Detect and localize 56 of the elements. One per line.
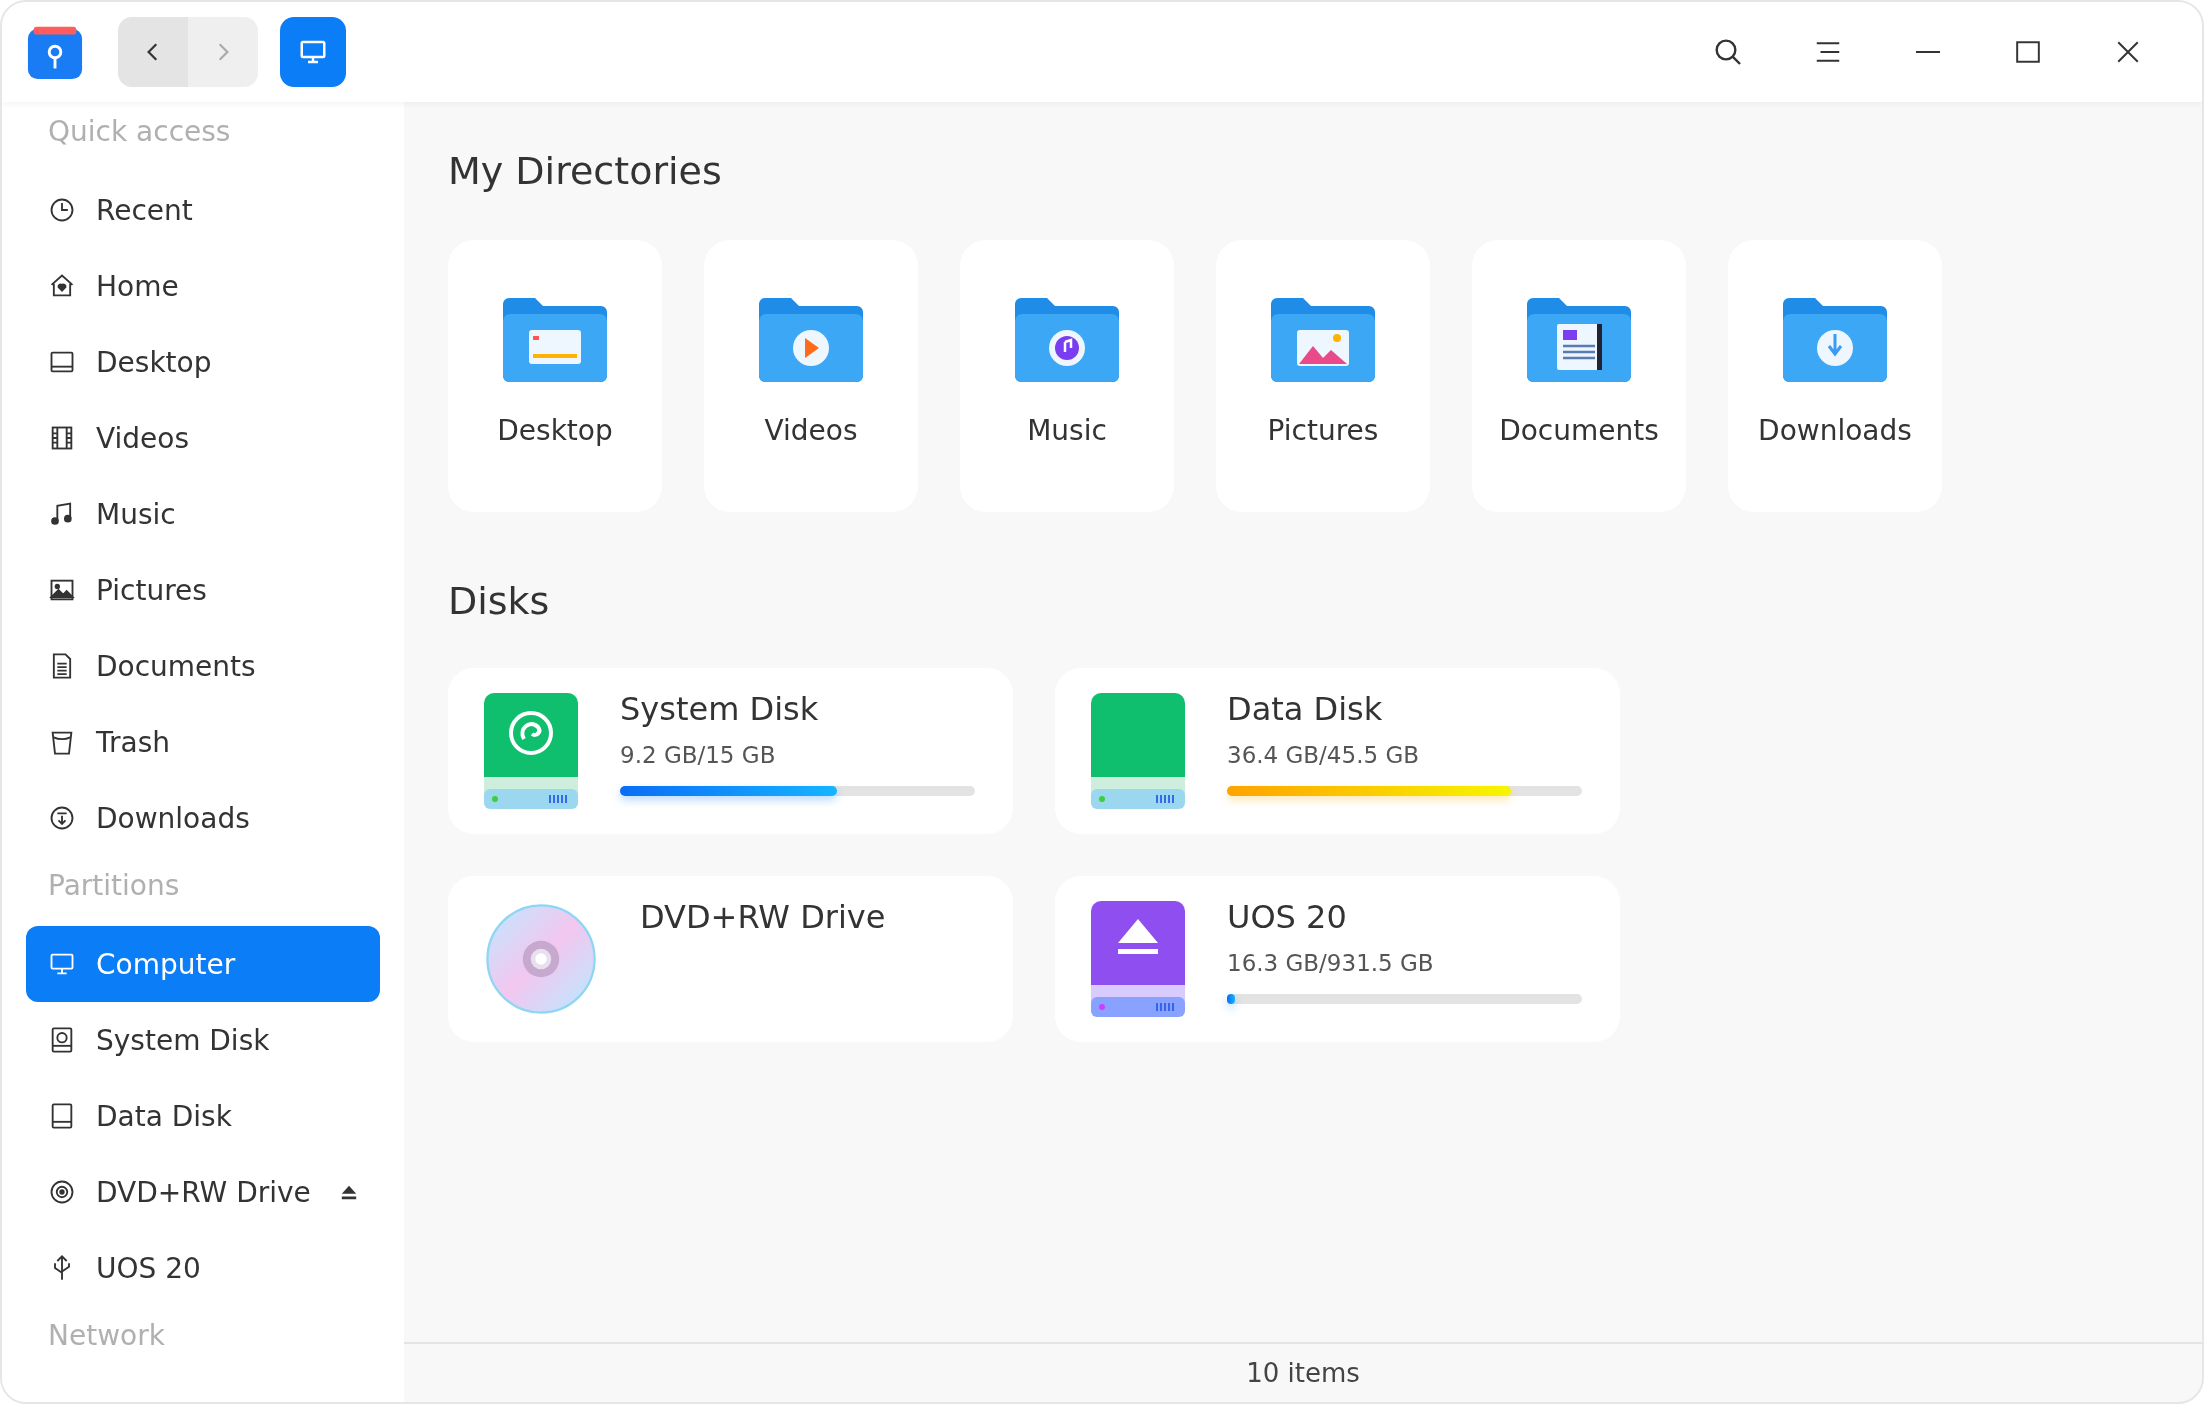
disk-usage: 16.3 GB/931.5 GB xyxy=(1227,950,1435,976)
sidebar-item[interactable]: Home xyxy=(26,248,380,324)
directory-card[interactable]: Pictures xyxy=(1216,240,1430,512)
disk-card[interactable]: UOS 20 16.3 GB/931.5 GB xyxy=(1055,876,1620,1042)
section-heading: Network xyxy=(47,1318,166,1354)
item-count: 10 items xyxy=(1246,1358,1360,1388)
disc-icon xyxy=(484,902,598,1016)
sidebar-item[interactable]: UOS 20 xyxy=(26,1230,380,1306)
sidebar-item[interactable]: Recent xyxy=(26,172,380,248)
section-heading: Partitions xyxy=(47,868,181,904)
disk-card[interactable]: DVD+RW Drive xyxy=(448,876,1013,1042)
download-icon xyxy=(48,804,76,832)
sidebar-item[interactable]: Pictures xyxy=(26,552,380,628)
sidebar-item[interactable]: System Disk xyxy=(26,1002,380,1078)
computer-view-button[interactable] xyxy=(280,17,346,87)
directory-card[interactable]: Music xyxy=(960,240,1174,512)
maximize-icon xyxy=(2015,39,2041,65)
eject-icon[interactable] xyxy=(340,1183,358,1201)
disk-name: Data Disk xyxy=(1227,690,1384,728)
back-button[interactable] xyxy=(118,17,188,87)
sidebar-item[interactable]: DVD+RW Drive xyxy=(26,1154,380,1230)
disk-name: System Disk xyxy=(620,690,820,728)
section-heading: My Directories xyxy=(448,148,723,195)
directory-card[interactable]: Documents xyxy=(1472,240,1686,512)
section-heading: Disks xyxy=(448,578,551,625)
disk-usage: 9.2 GB/15 GB xyxy=(620,742,777,768)
disk-name: DVD+RW Drive xyxy=(640,898,887,936)
usb-drive-icon xyxy=(1091,901,1185,1017)
disk-card[interactable]: Data Disk 36.4 GB/45.5 GB xyxy=(1055,668,1620,834)
directory-name: Downloads xyxy=(1758,414,1912,447)
directory-card[interactable]: Videos xyxy=(704,240,918,512)
disk-name: UOS 20 xyxy=(1227,898,1348,936)
directory-name: Documents xyxy=(1499,414,1659,447)
sidebar-item[interactable]: Documents xyxy=(26,628,380,704)
disk-usage: 36.4 GB/45.5 GB xyxy=(1227,742,1420,768)
sidebar-item[interactable]: Trash xyxy=(26,704,380,780)
disc-icon xyxy=(48,1178,76,1206)
sidebar-item[interactable]: Videos xyxy=(26,400,380,476)
sidebar-item[interactable]: Data Disk xyxy=(26,1078,380,1154)
sidebar-item[interactable]: Downloads xyxy=(26,780,380,856)
directory-name: Pictures xyxy=(1267,414,1379,447)
hard-drive-icon xyxy=(1091,693,1185,809)
minimize-icon xyxy=(1913,50,1943,54)
close-icon xyxy=(2115,39,2141,65)
directory-name: Desktop xyxy=(497,414,613,447)
disk-card[interactable]: System Disk 9.2 GB/15 GB xyxy=(448,668,1013,834)
hard-drive-icon xyxy=(484,693,578,809)
directory-name: Videos xyxy=(764,414,858,447)
section-heading: Quick access xyxy=(47,114,232,150)
clock-icon xyxy=(48,196,76,224)
directory-name: Music xyxy=(1027,414,1107,447)
directory-card[interactable]: Downloads xyxy=(1728,240,1942,512)
sidebar-item[interactable]: Computer xyxy=(26,926,380,1002)
sidebar-item[interactable]: Desktop xyxy=(26,324,380,400)
sidebar-item[interactable]: Music xyxy=(26,476,380,552)
directory-card[interactable]: Desktop xyxy=(448,240,662,512)
